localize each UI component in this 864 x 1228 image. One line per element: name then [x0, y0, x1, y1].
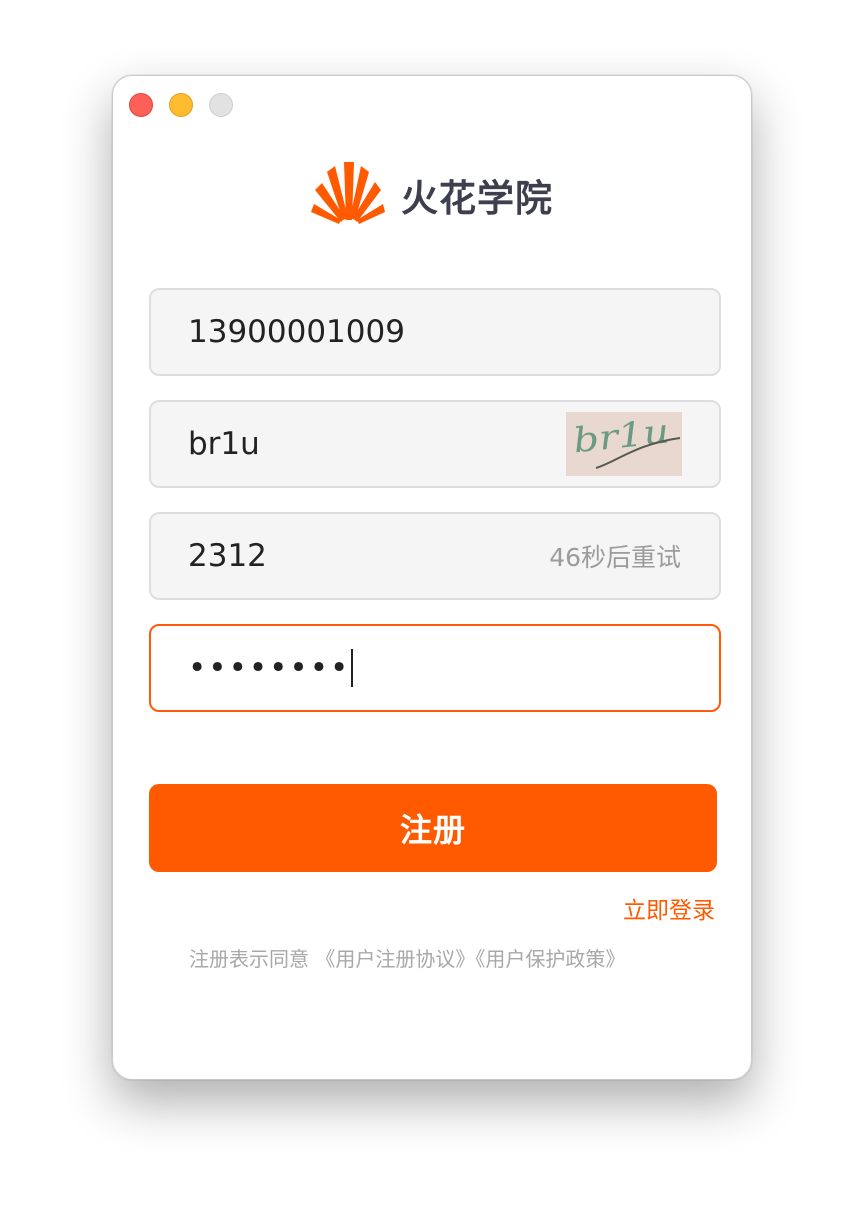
- sms-code-value[interactable]: 2312: [188, 538, 549, 574]
- password-mask: ••••••••: [188, 650, 351, 686]
- minimize-window-button[interactable]: [169, 93, 193, 117]
- app-logo: 火花学院: [309, 160, 553, 230]
- password-input[interactable]: ••••••••: [149, 624, 721, 712]
- spark-logo-icon: [311, 162, 385, 224]
- privacy-policy-link[interactable]: 《用户保护政策》: [475, 947, 625, 971]
- captcha-input-value[interactable]: br1u: [188, 426, 566, 462]
- user-agreement-link[interactable]: 《用户注册协议》: [315, 947, 475, 971]
- phone-input[interactable]: 13900001009: [149, 288, 721, 376]
- captcha-input[interactable]: br1u br1u: [149, 400, 721, 488]
- resend-countdown: 46秒后重试: [549, 543, 681, 572]
- login-link[interactable]: 立即登录: [623, 891, 715, 925]
- zoom-window-button[interactable]: [209, 93, 233, 117]
- app-name: 火花学院: [401, 177, 553, 220]
- phone-input-value[interactable]: 13900001009: [188, 314, 681, 350]
- register-window: 火花学院 13900001009 br1u br1u 2312 46秒后重试 •…: [112, 75, 752, 1080]
- register-button[interactable]: 注册: [149, 784, 717, 872]
- password-input-value[interactable]: ••••••••: [188, 649, 681, 687]
- captcha-image[interactable]: br1u: [566, 412, 682, 476]
- text-caret: [351, 649, 354, 687]
- close-window-button[interactable]: [129, 93, 153, 117]
- agreement-prefix: 注册表示同意: [189, 947, 309, 971]
- sms-code-input[interactable]: 2312 46秒后重试: [149, 512, 721, 600]
- agreement-text: 注册表示同意 《用户注册协议》《用户保护政策》: [189, 943, 625, 972]
